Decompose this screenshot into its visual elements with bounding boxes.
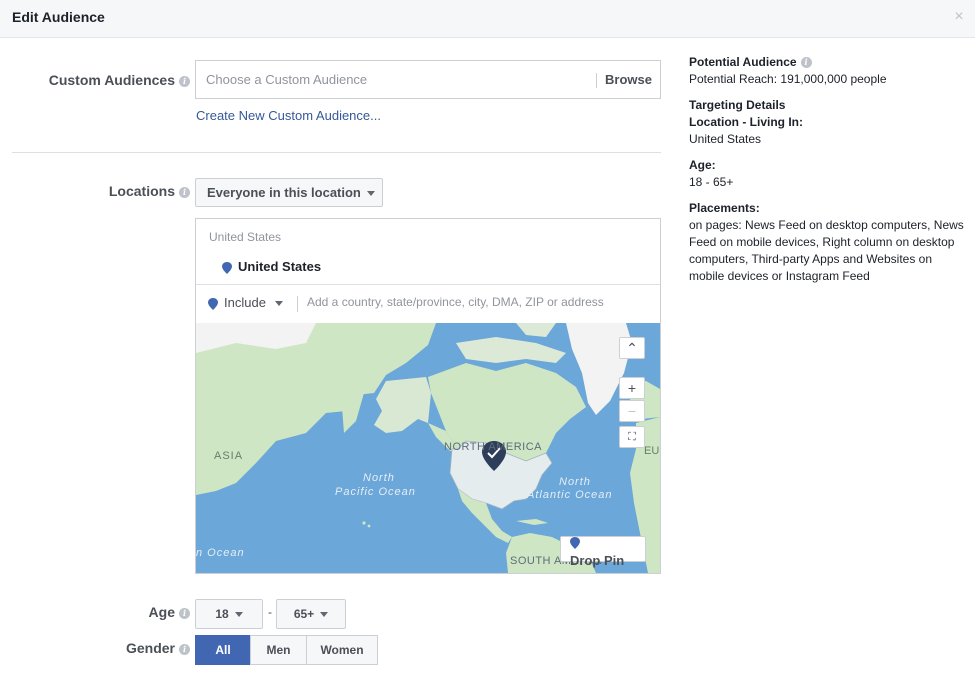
locations-panel: United States United States Include Add … <box>195 218 661 574</box>
placements-block: Placements: on pages: News Feed on deskt… <box>689 200 969 285</box>
fit-bounds-icon: ⛶ <box>628 431 636 443</box>
location-pin-icon <box>222 261 232 274</box>
map-label-pacific-1: North <box>363 472 395 484</box>
drop-pin-button[interactable]: Drop Pin <box>560 536 646 568</box>
map-label-ocean: n Ocean <box>196 547 245 559</box>
location-pin-icon <box>208 297 218 310</box>
potential-audience-title-text: Potential Audience <box>689 55 797 69</box>
drop-pin-label: Drop Pin <box>570 553 625 568</box>
locations-label: Locations i <box>20 183 190 199</box>
selected-location-label: United States <box>238 259 322 274</box>
map-label-atlantic-2: Atlantic Ocean <box>527 489 613 501</box>
age-min-dropdown[interactable]: 18 <box>195 599 263 629</box>
divider <box>596 73 597 88</box>
map-label-eu: EU <box>644 445 660 457</box>
section-divider <box>12 152 661 153</box>
location-mode-dropdown[interactable]: Everyone in this location <box>195 178 383 207</box>
chevron-down-icon <box>320 612 329 618</box>
audience-summary: Potential Audience i Potential Reach: 191… <box>689 54 969 294</box>
location-mode-value: Everyone in this location <box>207 185 361 200</box>
map-collapse-button[interactable]: ⌃ <box>619 337 645 359</box>
placements-title: Placements: <box>689 201 760 215</box>
info-icon[interactable]: i <box>179 75 190 87</box>
chevron-down-icon <box>274 301 283 307</box>
map-zoom-in-button[interactable]: + <box>619 377 645 399</box>
potential-reach: Potential Reach: 191,000,000 people <box>689 72 887 86</box>
gender-all-button[interactable]: All <box>195 635 251 665</box>
targeting-details-title: Targeting Details <box>689 98 786 112</box>
selected-location-item[interactable]: United States <box>222 259 321 274</box>
info-icon[interactable]: i <box>179 607 190 619</box>
potential-audience-block: Potential Audience i Potential Reach: 191… <box>689 54 969 88</box>
minus-icon: − <box>627 403 637 419</box>
include-dropdown[interactable]: Include <box>208 295 283 310</box>
map-fit-button[interactable]: ⛶ <box>619 426 645 448</box>
gender-women-button[interactable]: Women <box>306 635 378 665</box>
age-label-text: Age <box>148 604 175 620</box>
location-map[interactable]: ASIA NORTH AMERICA North Pacific Ocean N… <box>196 323 660 573</box>
age-max-value: 65+ <box>293 607 315 621</box>
age-min-value: 18 <box>215 607 229 621</box>
chevron-up-icon: ⌃ <box>626 340 638 356</box>
age-summary-block: Age: 18 - 65+ <box>689 157 969 191</box>
create-custom-audience-link[interactable]: Create New Custom Audience... <box>196 108 381 123</box>
gender-label-text: Gender <box>125 640 175 656</box>
potential-audience-title: Potential Audience i <box>689 54 969 71</box>
age-max-dropdown[interactable]: 65+ <box>276 599 346 629</box>
include-label: Include <box>224 295 266 310</box>
location-living-in-title: Location - Living In: <box>689 115 803 129</box>
location-pin-icon <box>570 537 580 549</box>
info-icon[interactable]: i <box>179 643 190 655</box>
location-search-row: Include <box>196 285 660 323</box>
chevron-down-icon <box>234 612 243 618</box>
locations-label-text: Locations <box>108 183 175 199</box>
map-label-north-america: NORTH AMERICA <box>444 441 542 453</box>
map-zoom-out-button[interactable]: − <box>619 400 645 422</box>
location-country-header: United States <box>209 230 282 244</box>
gender-toggle-group: All Men Women <box>195 635 378 665</box>
close-icon[interactable]: × <box>951 9 967 25</box>
age-summary-title: Age: <box>689 158 716 172</box>
placements-value: on pages: News Feed on desktop computers… <box>689 218 964 283</box>
browse-button[interactable]: Browse <box>605 72 652 87</box>
custom-audience-input[interactable] <box>206 72 586 87</box>
location-living-in-value: United States <box>689 132 762 146</box>
info-icon[interactable]: i <box>800 57 812 69</box>
dialog-title: Edit Audience <box>12 9 105 25</box>
age-range-dash: - <box>268 605 272 619</box>
age-summary-value: 18 - 65+ <box>689 175 734 189</box>
targeting-details-block: Targeting Details Location - Living In: … <box>689 97 969 148</box>
gender-men-button[interactable]: Men <box>250 635 307 665</box>
dialog-header: Edit Audience × <box>0 0 975 38</box>
map-label-asia: ASIA <box>214 450 244 462</box>
location-search-input[interactable] <box>307 295 652 309</box>
divider <box>297 296 298 312</box>
custom-audiences-label-text: Custom Audiences <box>48 72 175 88</box>
age-label: Age i <box>20 604 190 620</box>
custom-audience-field[interactable]: Browse <box>195 60 661 99</box>
chevron-down-icon <box>366 191 375 197</box>
custom-audiences-label: Custom Audiences i <box>20 72 190 88</box>
map-label-pacific-2: Pacific Ocean <box>335 486 416 498</box>
plus-icon: + <box>627 380 637 396</box>
gender-label: Gender i <box>20 640 190 656</box>
info-icon[interactable]: i <box>179 186 190 198</box>
map-label-atlantic-1: North <box>559 476 591 488</box>
